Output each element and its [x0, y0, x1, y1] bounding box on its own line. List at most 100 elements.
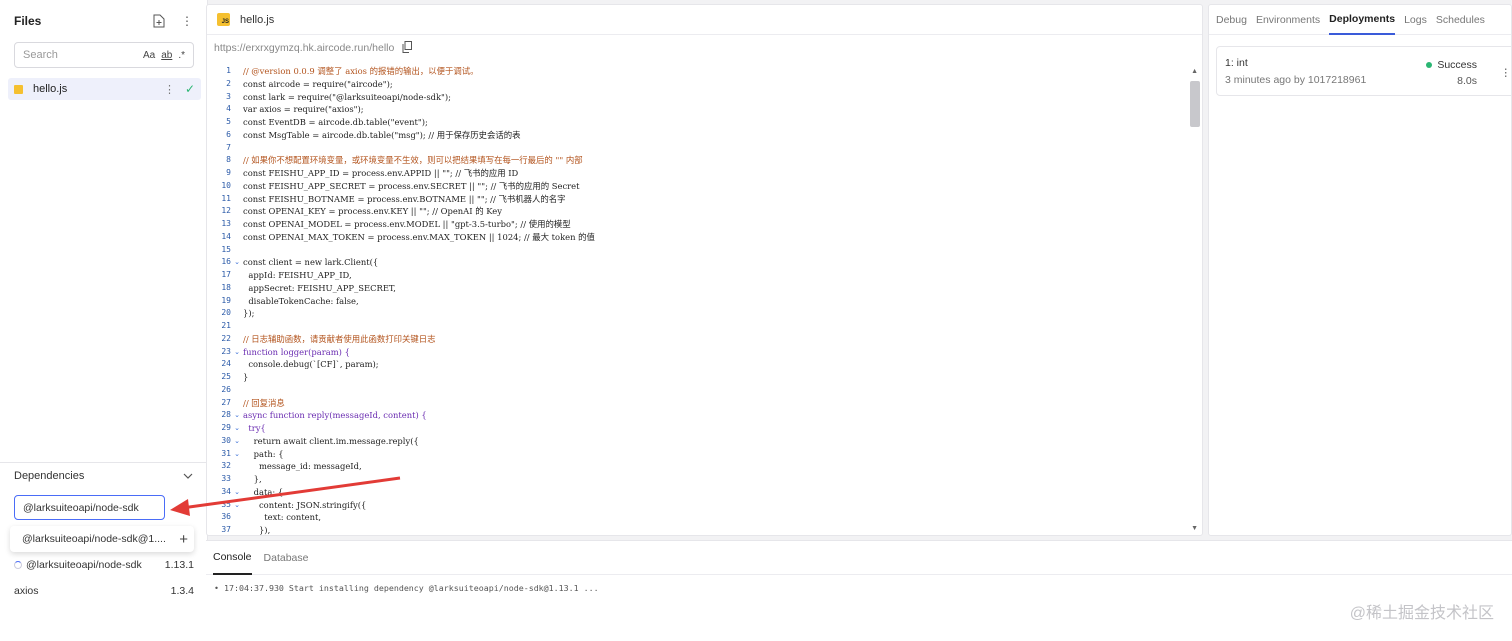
dependency-item[interactable]: axios 1.3.4	[14, 583, 194, 599]
fold-chevron-icon	[231, 244, 243, 257]
regex-toggle[interactable]: .*	[178, 50, 185, 61]
code-line[interactable]: 29 ⌄ try{	[207, 422, 1189, 435]
vertical-scrollbar[interactable]	[1190, 81, 1200, 127]
editor-tab-hello-js[interactable]: hello.js	[240, 14, 274, 26]
dependency-item[interactable]: @larksuiteoapi/node-sdk 1.13.1	[14, 557, 194, 573]
scroll-up-icon[interactable]: ▲	[1191, 68, 1198, 75]
fold-chevron-icon[interactable]: ⌄	[231, 346, 243, 359]
code-text: async function reply(messageId, content)…	[243, 410, 427, 421]
fold-chevron-icon[interactable]: ⌄	[231, 486, 243, 499]
code-line[interactable]: 7	[207, 142, 1189, 155]
code-line[interactable]: 36 text: content,	[207, 511, 1189, 524]
dependencies-header[interactable]: Dependencies	[0, 462, 207, 488]
deployment-duration: 8.0s	[1457, 75, 1477, 87]
fold-chevron-icon[interactable]: ⌄	[231, 435, 243, 448]
code-text: });	[243, 308, 255, 319]
plus-icon[interactable]: +	[179, 531, 188, 548]
console-panel: Console Database • 17:04:37.930 Start in…	[206, 540, 1512, 641]
code-line[interactable]: 22 // 日志辅助函数，请贡献者使用此函数打印关键日志	[207, 333, 1189, 346]
code-text: function logger(param) {	[243, 346, 350, 357]
file-item-hello-js[interactable]: hello.js ⋮ ✓	[8, 78, 201, 100]
fold-chevron-icon	[231, 320, 243, 333]
code-line[interactable]: 14 const OPENAI_MAX_TOKEN = process.env.M…	[207, 231, 1189, 244]
scroll-down-icon[interactable]: ▼	[1191, 525, 1198, 532]
code-text: try{	[243, 423, 266, 433]
code-line[interactable]: 31 ⌄ path: {	[207, 448, 1189, 461]
dependency-suggestion[interactable]: @larksuiteoapi/node-sdk@1.... +	[10, 526, 194, 552]
new-file-icon[interactable]	[152, 14, 166, 28]
code-line[interactable]: 28 ⌄ async function reply(messageId, conte…	[207, 409, 1189, 422]
code-line[interactable]: 5 const EventDB = aircode.db.table("event…	[207, 116, 1189, 129]
tab-environments[interactable]: Environments	[1256, 5, 1320, 35]
code-line[interactable]: 16 ⌄ const client = new lark.Client({	[207, 256, 1189, 269]
tab-deployments[interactable]: Deployments	[1329, 5, 1396, 35]
fold-chevron-icon[interactable]: ⌄	[231, 409, 243, 422]
dependency-name: axios	[14, 585, 39, 597]
code-line[interactable]: 20});	[207, 307, 1189, 320]
code-line[interactable]: 35 ⌄ content: JSON.stringify({	[207, 499, 1189, 512]
code-line[interactable]: 15	[207, 244, 1189, 257]
code-line[interactable]: 9 const FEISHU_APP_ID = process.env.APPID…	[207, 167, 1189, 180]
code-line[interactable]: 25}	[207, 371, 1189, 384]
line-number: 29	[221, 423, 231, 432]
function-url[interactable]: https://erxrxgymzq.hk.aircode.run/hello	[214, 42, 394, 54]
fold-chevron-icon	[231, 129, 243, 142]
tab-debug[interactable]: Debug	[1216, 5, 1247, 35]
code-line[interactable]: 8 // 如果你不想配置环境变量，或环境变量不生效，则可以把结果填写在每一行最后的…	[207, 154, 1189, 167]
code-area[interactable]: 1 // @version 0.0.9 调整了 axios 的报错的输出，以便于调…	[207, 65, 1189, 535]
code-line[interactable]: 33 },	[207, 473, 1189, 486]
console-log-line: • 17:04:37.930 Start installing dependen…	[214, 583, 599, 593]
match-case-toggle[interactable]: Aa	[143, 50, 155, 61]
more-vert-icon[interactable]: ⋮	[180, 14, 194, 28]
code-text: }	[243, 372, 249, 382]
loading-spinner-icon	[14, 561, 22, 569]
code-line[interactable]: 17 appId: FEISHU_APP_ID,	[207, 269, 1189, 282]
line-number: 9	[226, 168, 231, 177]
code-line[interactable]: 37 }),	[207, 524, 1189, 535]
code-line[interactable]: 32 message_id: messageId,	[207, 460, 1189, 473]
code-line[interactable]: 34 ⌄ data: {	[207, 486, 1189, 499]
fold-chevron-icon	[231, 142, 243, 155]
copy-icon[interactable]	[402, 40, 413, 56]
code-line[interactable]: 3 const lark = require("@larksuiteoapi/no…	[207, 91, 1189, 104]
code-line[interactable]: 21	[207, 320, 1189, 333]
search-input[interactable]	[23, 49, 133, 61]
dependency-input[interactable]	[14, 495, 165, 520]
fold-chevron-icon	[231, 282, 243, 295]
line-number: 22	[221, 333, 231, 343]
code-line[interactable]: 24 console.debug(`[CF]`, param);	[207, 358, 1189, 371]
code-line[interactable]: 27 // 回复消息	[207, 397, 1189, 410]
code-line[interactable]: 19 disableTokenCache: false,	[207, 295, 1189, 308]
code-line[interactable]: 4 var axios = require("axios");	[207, 103, 1189, 116]
fold-chevron-icon[interactable]: ⌄	[231, 422, 243, 435]
tab-schedules[interactable]: Schedules	[1436, 5, 1485, 35]
add-dependency-button[interactable]: —	[170, 496, 192, 518]
file-more-icon[interactable]: ⋮	[164, 83, 175, 96]
dependencies-title: Dependencies	[14, 469, 85, 482]
fold-chevron-icon[interactable]: ⌄	[231, 256, 243, 269]
dependency-version: 1.3.4	[170, 585, 194, 597]
fold-chevron-icon	[231, 154, 243, 167]
code-line[interactable]: 18 appSecret: FEISHU_APP_SECRET,	[207, 282, 1189, 295]
chevron-down-icon[interactable]	[183, 470, 193, 482]
fold-chevron-icon[interactable]: ⌄	[231, 499, 243, 512]
fold-chevron-icon	[231, 180, 243, 193]
code-line[interactable]: 13 const OPENAI_MODEL = process.env.MODEL…	[207, 218, 1189, 231]
code-line[interactable]: 30 ⌄ return await client.im.message.reply…	[207, 435, 1189, 448]
code-line[interactable]: 2 const aircode = require("aircode");	[207, 78, 1189, 91]
tab-logs[interactable]: Logs	[1404, 5, 1427, 35]
code-line[interactable]: 1 // @version 0.0.9 调整了 axios 的报错的输出，以便于调…	[207, 65, 1189, 78]
code-line[interactable]: 6 const MsgTable = aircode.db.table("msg"…	[207, 129, 1189, 142]
code-text: },	[243, 474, 262, 484]
tab-console[interactable]: Console	[213, 541, 252, 575]
code-line[interactable]: 23 ⌄ function logger(param) {	[207, 346, 1189, 359]
tab-database[interactable]: Database	[264, 541, 309, 575]
deployment-card[interactable]: 1: int 3 minutes ago by 1017218961 Succe…	[1216, 46, 1512, 96]
code-line[interactable]: 10 const FEISHU_APP_SECRET = process.env.…	[207, 180, 1189, 193]
code-line[interactable]: 12 const OPENAI_KEY = process.env.KEY || …	[207, 205, 1189, 218]
code-line[interactable]: 26	[207, 384, 1189, 397]
fold-chevron-icon[interactable]: ⌄	[231, 448, 243, 461]
code-line[interactable]: 11 const FEISHU_BOTNAME = process.env.BOT…	[207, 193, 1189, 206]
more-vert-icon[interactable]: ⋮	[1501, 67, 1512, 79]
match-word-toggle[interactable]: ab	[161, 50, 172, 61]
